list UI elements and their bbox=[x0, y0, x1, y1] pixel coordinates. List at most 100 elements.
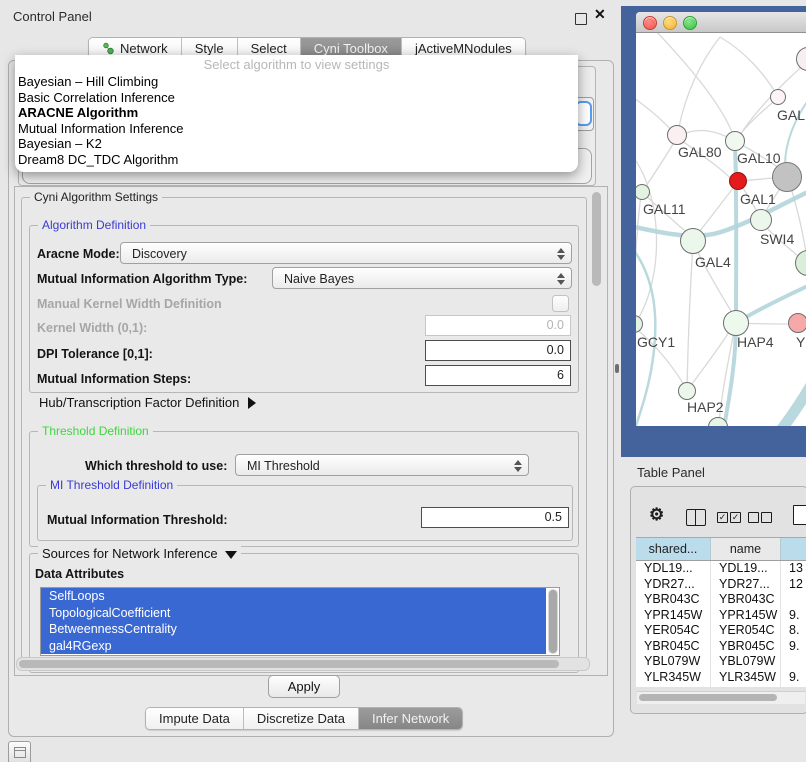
scrollbar-thumb[interactable] bbox=[639, 694, 777, 701]
select-all-checkbox-icon[interactable]: ✓ bbox=[717, 512, 728, 523]
zoom-traffic-light[interactable] bbox=[683, 16, 697, 30]
deselect-all-checkbox-icon[interactable] bbox=[748, 512, 759, 523]
table-cell: YDL19... bbox=[711, 561, 781, 577]
table-row[interactable]: YBL079WYBL079W bbox=[636, 654, 806, 670]
new-table-icon[interactable] bbox=[793, 505, 806, 525]
data-attributes-list[interactable]: SelfLoopsTopologicalCoefficientBetweenne… bbox=[40, 587, 560, 656]
table-cell bbox=[781, 592, 806, 608]
combo-value: Naive Bayes bbox=[284, 272, 354, 286]
network-node-y[interactable] bbox=[788, 313, 806, 333]
table-row[interactable]: YPR145WYPR145W9. bbox=[636, 608, 806, 624]
table-cell: 13 bbox=[781, 561, 806, 577]
spinner-arrows-icon bbox=[556, 247, 564, 261]
restore-panel-icon[interactable] bbox=[8, 741, 31, 762]
table-row[interactable]: YBR043CYBR043C bbox=[636, 592, 806, 608]
settings-hscrollbar[interactable] bbox=[16, 657, 590, 671]
deselect-all-checkbox-icon[interactable] bbox=[761, 512, 772, 523]
mi-type-combo[interactable]: Naive Bayes bbox=[272, 267, 572, 289]
table-row[interactable]: YIL052CYIL052C9 bbox=[636, 685, 806, 687]
float-window-icon[interactable] bbox=[575, 13, 587, 25]
network-node-hap4[interactable] bbox=[723, 310, 749, 336]
network-window-titlebar[interactable] bbox=[636, 12, 806, 33]
split-divider-handle[interactable] bbox=[615, 364, 619, 373]
settings-vscrollbar-thumb[interactable] bbox=[592, 192, 601, 286]
table-row[interactable]: YDR27...YDR27...12 bbox=[636, 577, 806, 593]
close-icon[interactable]: ✕ bbox=[594, 6, 606, 23]
tab-discretize-data[interactable]: Discretize Data bbox=[244, 708, 359, 729]
which-threshold-label: Which threshold to use: bbox=[85, 459, 227, 473]
network-icon bbox=[102, 42, 115, 55]
network-canvas[interactable]: GAL80GAL10GAL1GAL11SWI4GAL4GCY1HAP4YHAP2… bbox=[636, 33, 806, 426]
apply-button[interactable]: Apply bbox=[268, 675, 340, 698]
list-item-gal4rgexp[interactable]: gal4RGexp bbox=[41, 638, 546, 655]
select-all-checkbox-icon[interactable]: ✓ bbox=[730, 512, 741, 523]
manual-kernel-checkbox[interactable] bbox=[552, 295, 569, 312]
scrollbar-thumb[interactable] bbox=[19, 660, 559, 668]
kernel-width-field[interactable]: 0.0 bbox=[425, 315, 571, 336]
group-title: Threshold Definition bbox=[38, 424, 153, 438]
network-node-gal[interactable] bbox=[770, 89, 786, 105]
minimize-traffic-light[interactable] bbox=[663, 16, 677, 30]
mi-threshold-field[interactable]: 0.5 bbox=[421, 507, 569, 528]
dropdown-item-basic-correlation-inference[interactable]: Basic Correlation Inference bbox=[15, 90, 578, 106]
dropdown-placeholder: Select algorithm to view settings bbox=[15, 55, 578, 74]
dropdown-item-mutual-information-inference[interactable]: Mutual Information Inference bbox=[15, 121, 578, 137]
node-label: GCY1 bbox=[637, 334, 675, 350]
mi-steps-field[interactable]: 6 bbox=[425, 365, 571, 386]
network-node-swi4[interactable] bbox=[750, 209, 772, 231]
table-cell: 9 bbox=[781, 685, 806, 687]
list-scrollbar[interactable] bbox=[548, 589, 558, 654]
which-threshold-combo[interactable]: MI Threshold bbox=[235, 454, 529, 476]
table-cell: 8. bbox=[781, 623, 806, 639]
dropdown-item-bayesian-k2[interactable]: Bayesian – K2 bbox=[15, 136, 578, 152]
table-cell: YPR145W bbox=[711, 608, 781, 624]
network-node-gal4[interactable] bbox=[680, 228, 706, 254]
table-cell: YBR045C bbox=[636, 639, 711, 655]
data-attributes-label: Data Attributes bbox=[35, 567, 124, 581]
mi-type-label: Mutual Information Algorithm Type: bbox=[37, 272, 247, 286]
tab-label: Select bbox=[251, 41, 287, 56]
network-node-gal1[interactable] bbox=[729, 172, 747, 190]
sources-expander[interactable]: Sources for Network Inference bbox=[38, 546, 241, 561]
network-node-gal80[interactable] bbox=[667, 125, 687, 145]
aracne-mode-combo[interactable]: Discovery bbox=[120, 242, 572, 264]
sources-title: Sources for Network Inference bbox=[42, 546, 218, 561]
table-row[interactable]: YER054CYER054C8. bbox=[636, 623, 806, 639]
tab-infer-network[interactable]: Infer Network bbox=[359, 708, 462, 729]
table-cell: YDR27... bbox=[711, 577, 781, 593]
list-item-topologicalcoefficient[interactable]: TopologicalCoefficient bbox=[41, 605, 546, 622]
table-row[interactable]: YLR345WYLR345W9. bbox=[636, 670, 806, 686]
scrollbar-thumb[interactable] bbox=[549, 590, 557, 653]
combo-value: MI Threshold bbox=[247, 459, 320, 473]
gear-icon[interactable]: ⚙ bbox=[649, 505, 664, 525]
table-panel-title: Table Panel bbox=[637, 465, 705, 480]
table-cell: 12 bbox=[781, 577, 806, 593]
tab-impute-data[interactable]: Impute Data bbox=[146, 708, 244, 729]
table-cell: YPR145W bbox=[636, 608, 711, 624]
network-view-window[interactable]: GAL80GAL10GAL1GAL11SWI4GAL4GCY1HAP4YHAP2… bbox=[636, 12, 806, 426]
column-layout-icon[interactable] bbox=[686, 509, 706, 526]
dropdown-item-bayesian-hill-climbing[interactable]: Bayesian – Hill Climbing bbox=[15, 74, 578, 90]
column-header-name[interactable]: name bbox=[711, 538, 781, 560]
table-cell: 9. bbox=[781, 639, 806, 655]
table-hscrollbar[interactable] bbox=[637, 691, 805, 704]
dropdown-item-aracne-algorithm[interactable]: ARACNE Algorithm bbox=[15, 105, 578, 121]
dropdown-item-dream8-dc-tdc-algorithm[interactable]: Dream8 DC_TDC Algorithm bbox=[15, 152, 578, 168]
network-node-hap2[interactable] bbox=[678, 382, 696, 400]
table-cell: YIL052C bbox=[711, 685, 781, 687]
close-traffic-light[interactable] bbox=[643, 16, 657, 30]
table-cell: YBR043C bbox=[636, 592, 711, 608]
list-item-selfloops[interactable]: SelfLoops bbox=[41, 588, 546, 605]
column-header-shared[interactable]: shared... bbox=[636, 538, 711, 560]
network-node[interactable] bbox=[772, 162, 802, 192]
hub-definition-expander[interactable]: Hub/Transcription Factor Definition bbox=[39, 395, 256, 410]
list-item-betweennesscentrality[interactable]: BetweennessCentrality bbox=[41, 621, 546, 638]
table-row[interactable]: YDL19...YDL19...13 bbox=[636, 561, 806, 577]
kernel-width-label: Kernel Width (0,1): bbox=[37, 321, 147, 335]
dpi-tolerance-field[interactable]: 0.0 bbox=[425, 340, 571, 361]
column-header-cut[interactable] bbox=[781, 538, 806, 560]
table-row[interactable]: YBR045CYBR045C9. bbox=[636, 639, 806, 655]
node-label: HAP4 bbox=[737, 334, 774, 350]
hub-definition-label: Hub/Transcription Factor Definition bbox=[39, 395, 239, 410]
network-node-gal10[interactable] bbox=[725, 131, 745, 151]
